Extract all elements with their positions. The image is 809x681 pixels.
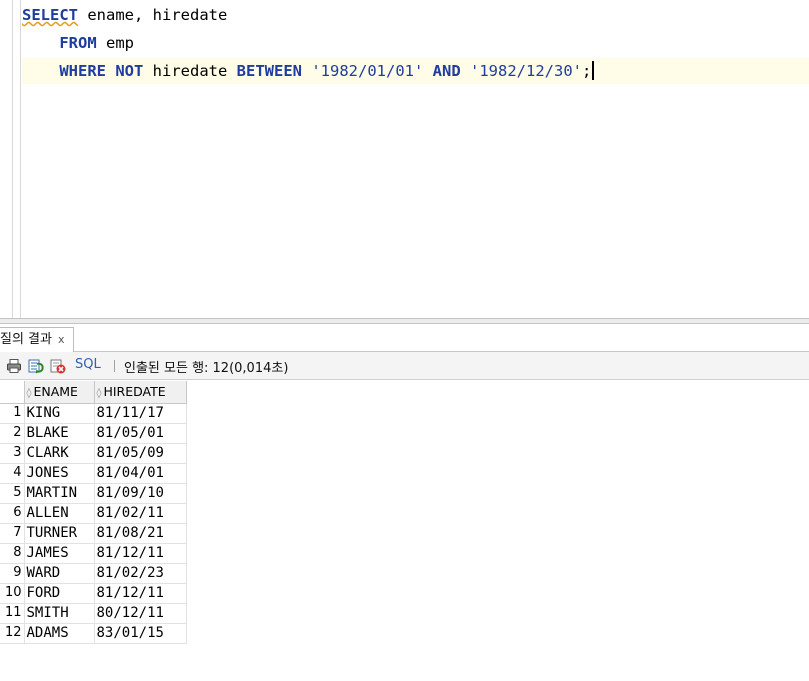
sql-keyword: NOT (115, 62, 144, 80)
table-row[interactable]: 8 JAMES 81/12/11 (0, 542, 187, 564)
cell-hiredate[interactable]: 80/12/11 (93, 602, 187, 624)
row-number: 8 (0, 542, 25, 564)
result-tab-strip: 질의 결과 x (0, 324, 809, 353)
result-toolbar: SQL 인출된 모든 행: 12(0,014초) (0, 352, 809, 380)
printer-icon[interactable] (6, 358, 22, 374)
tab-query-result[interactable]: 질의 결과 x (0, 327, 74, 353)
sql-text: ; (582, 62, 592, 80)
cell-hiredate[interactable]: 81/04/01 (93, 462, 187, 484)
row-number: 12 (0, 622, 25, 644)
cell-hiredate[interactable]: 81/02/23 (93, 562, 187, 584)
code-line-2[interactable]: FROM emp (22, 30, 809, 56)
grid-body: 1 KING 81/11/17 2 BLAKE 81/05/01 3 CLARK 81/05/0… (0, 402, 187, 644)
row-number: 5 (0, 482, 25, 504)
sql-keyword: WHERE (59, 62, 106, 80)
table-row[interactable]: 12 ADAMS 83/01/15 (0, 622, 187, 644)
sort-icon[interactable]: ◊ (27, 388, 32, 399)
row-number: 9 (0, 562, 25, 584)
table-row[interactable]: 2 BLAKE 81/05/01 (0, 422, 187, 444)
code-line-1[interactable]: SELECT ename, hiredate (22, 2, 809, 28)
row-number: 11 (0, 602, 25, 624)
cell-ename[interactable]: CLARK (23, 442, 95, 464)
editor-gutter-divider (20, 0, 21, 318)
table-row[interactable]: 6 ALLEN 81/02/11 (0, 502, 187, 524)
sql-string-literal: '1982/12/30' (470, 62, 582, 80)
table-row[interactable]: 7 TURNER 81/08/21 (0, 522, 187, 544)
table-row[interactable]: 10 FORD 81/12/11 (0, 582, 187, 604)
refresh-icon[interactable] (28, 358, 44, 374)
close-icon[interactable]: x (58, 333, 65, 346)
sql-keyword: FROM (59, 34, 97, 52)
cell-hiredate[interactable]: 81/12/11 (93, 582, 187, 604)
sql-text: emp (96, 34, 134, 52)
cell-ename[interactable]: JAMES (23, 542, 95, 564)
table-row[interactable]: 5 MARTIN 81/09/10 (0, 482, 187, 504)
cell-ename[interactable]: ALLEN (23, 502, 95, 524)
row-number: 4 (0, 462, 25, 484)
sql-string-literal: '1982/01/01' (311, 62, 424, 80)
table-row[interactable]: 9 WARD 81/02/23 (0, 562, 187, 584)
row-number: 7 (0, 522, 25, 544)
cancel-icon[interactable] (50, 358, 66, 374)
sql-keyword: SELECT (22, 6, 78, 24)
cell-hiredate[interactable]: 81/08/21 (93, 522, 187, 544)
row-number-header (0, 381, 25, 404)
row-number: 10 (0, 582, 25, 604)
fetch-status-text: 인출된 모든 행: 12(0,014초) (124, 361, 289, 376)
cell-hiredate[interactable]: 83/01/15 (93, 622, 187, 644)
sql-button[interactable]: SQL (75, 357, 101, 372)
cell-ename[interactable]: TURNER (23, 522, 95, 544)
sql-keyword: AND (432, 62, 461, 80)
code-line-3[interactable]: WHERE NOT hiredate BETWEEN '1982/01/01' … (22, 58, 809, 84)
column-header-hiredate[interactable]: ◊ HIREDATE (93, 381, 187, 404)
cell-ename[interactable]: ADAMS (23, 622, 95, 644)
row-number: 2 (0, 422, 25, 444)
cell-hiredate[interactable]: 81/02/11 (93, 502, 187, 524)
column-header-ename[interactable]: ◊ ENAME (23, 381, 95, 404)
cell-ename[interactable]: KING (23, 402, 95, 424)
toolbar-separator (114, 360, 115, 372)
sql-text: ename, hiredate (78, 6, 228, 24)
column-header-label: HIREDATE (103, 384, 166, 400)
row-number: 6 (0, 502, 25, 524)
table-row[interactable]: 4 JONES 81/04/01 (0, 462, 187, 484)
cell-hiredate[interactable]: 81/05/09 (93, 442, 187, 464)
table-row[interactable]: 1 KING 81/11/17 (0, 402, 187, 424)
cell-ename[interactable]: SMITH (23, 602, 95, 624)
cell-hiredate[interactable]: 81/12/11 (93, 542, 187, 564)
row-number: 1 (0, 402, 25, 424)
grid-header-row: ◊ ENAME ◊ HIREDATE (0, 381, 187, 404)
tab-label: 질의 결과 (0, 332, 52, 347)
sql-text: hiredate (143, 62, 237, 80)
cell-ename[interactable]: JONES (23, 462, 95, 484)
sql-keyword: BETWEEN (236, 62, 302, 80)
cell-ename[interactable]: WARD (23, 562, 95, 584)
sql-editor[interactable]: SELECT ename, hiredate FROM emp WHERE NO… (0, 0, 809, 318)
sort-icon[interactable]: ◊ (97, 388, 102, 399)
editor-gutter-divider (12, 0, 13, 318)
cell-ename[interactable]: MARTIN (23, 482, 95, 504)
cell-ename[interactable]: FORD (23, 582, 95, 604)
cell-hiredate[interactable]: 81/05/01 (93, 422, 187, 444)
table-row[interactable]: 3 CLARK 81/05/09 (0, 442, 187, 464)
column-header-label: ENAME (33, 384, 78, 400)
cell-ename[interactable]: BLAKE (23, 422, 95, 444)
cell-hiredate[interactable]: 81/09/10 (93, 482, 187, 504)
text-caret (592, 61, 595, 80)
row-number: 3 (0, 442, 25, 464)
cell-hiredate[interactable]: 81/11/17 (93, 402, 187, 424)
result-grid[interactable]: ◊ ENAME ◊ HIREDATE 1 KING 81/11/17 2 BLAKE 81/0… (0, 381, 187, 644)
table-row[interactable]: 11 SMITH 80/12/11 (0, 602, 187, 624)
